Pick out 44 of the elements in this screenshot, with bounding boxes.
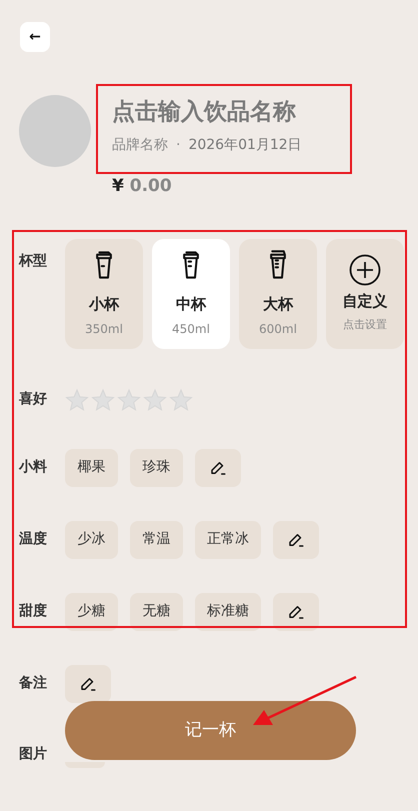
- cup-size-option[interactable]: 中杯 450ml: [152, 238, 230, 348]
- option-chip[interactable]: 无糖: [130, 592, 183, 630]
- edit-button[interactable]: [195, 448, 241, 486]
- field-label: 温度: [19, 530, 48, 549]
- cup-size-option[interactable]: 小杯 350ml: [65, 238, 143, 348]
- submit-button[interactable]: 记一杯: [65, 701, 356, 760]
- option-hint: 点击设置: [343, 316, 387, 332]
- option-name: 小杯: [89, 294, 119, 316]
- option-chip[interactable]: 正常冰: [195, 520, 261, 558]
- edit-button[interactable]: [273, 520, 319, 558]
- option-volume: 450ml: [172, 320, 210, 338]
- star-icon[interactable]: [91, 388, 115, 412]
- option-volume: 600ml: [259, 320, 297, 338]
- field-label: 喜好: [19, 390, 48, 409]
- edit-button[interactable]: [273, 592, 319, 630]
- field-label: 小料: [19, 458, 48, 477]
- star-icon[interactable]: [65, 388, 89, 412]
- option-chip[interactable]: 少糖: [65, 592, 118, 630]
- cup-size-option[interactable]: 自定义 点击设置: [326, 238, 404, 348]
- option-volume: 350ml: [85, 320, 123, 338]
- cup-size-option[interactable]: 大杯 600ml: [239, 238, 317, 348]
- back-button[interactable]: ←: [20, 22, 50, 52]
- option-chip[interactable]: 珍珠: [130, 448, 183, 486]
- option-chip[interactable]: 少冰: [65, 520, 118, 558]
- edit-button[interactable]: [65, 664, 111, 702]
- field-label: 备注: [19, 674, 48, 693]
- option-name: 自定义: [342, 291, 388, 312]
- star-icon[interactable]: [143, 388, 167, 412]
- drink-name-field[interactable]: 点击输入饮品名称: [112, 97, 302, 127]
- option-chip[interactable]: 标准糖: [195, 592, 261, 630]
- option-name: 大杯: [263, 294, 293, 316]
- option-chip[interactable]: 椰果: [65, 448, 118, 486]
- option-chip[interactable]: 常温: [130, 520, 183, 558]
- star-icon[interactable]: [117, 388, 141, 412]
- field-label: 杯型: [19, 252, 48, 270]
- plus-circle-icon: [349, 254, 381, 286]
- separator-dot: ·: [176, 136, 180, 155]
- field-label: 甜度: [19, 602, 48, 621]
- field-label: 图片: [19, 745, 48, 764]
- date-text[interactable]: 2026年01月12日: [188, 135, 302, 156]
- photo-slot[interactable]: [65, 762, 105, 768]
- star-icon[interactable]: [169, 388, 193, 412]
- option-name: 中杯: [176, 294, 206, 316]
- price-text[interactable]: ¥ 0.00: [112, 174, 302, 200]
